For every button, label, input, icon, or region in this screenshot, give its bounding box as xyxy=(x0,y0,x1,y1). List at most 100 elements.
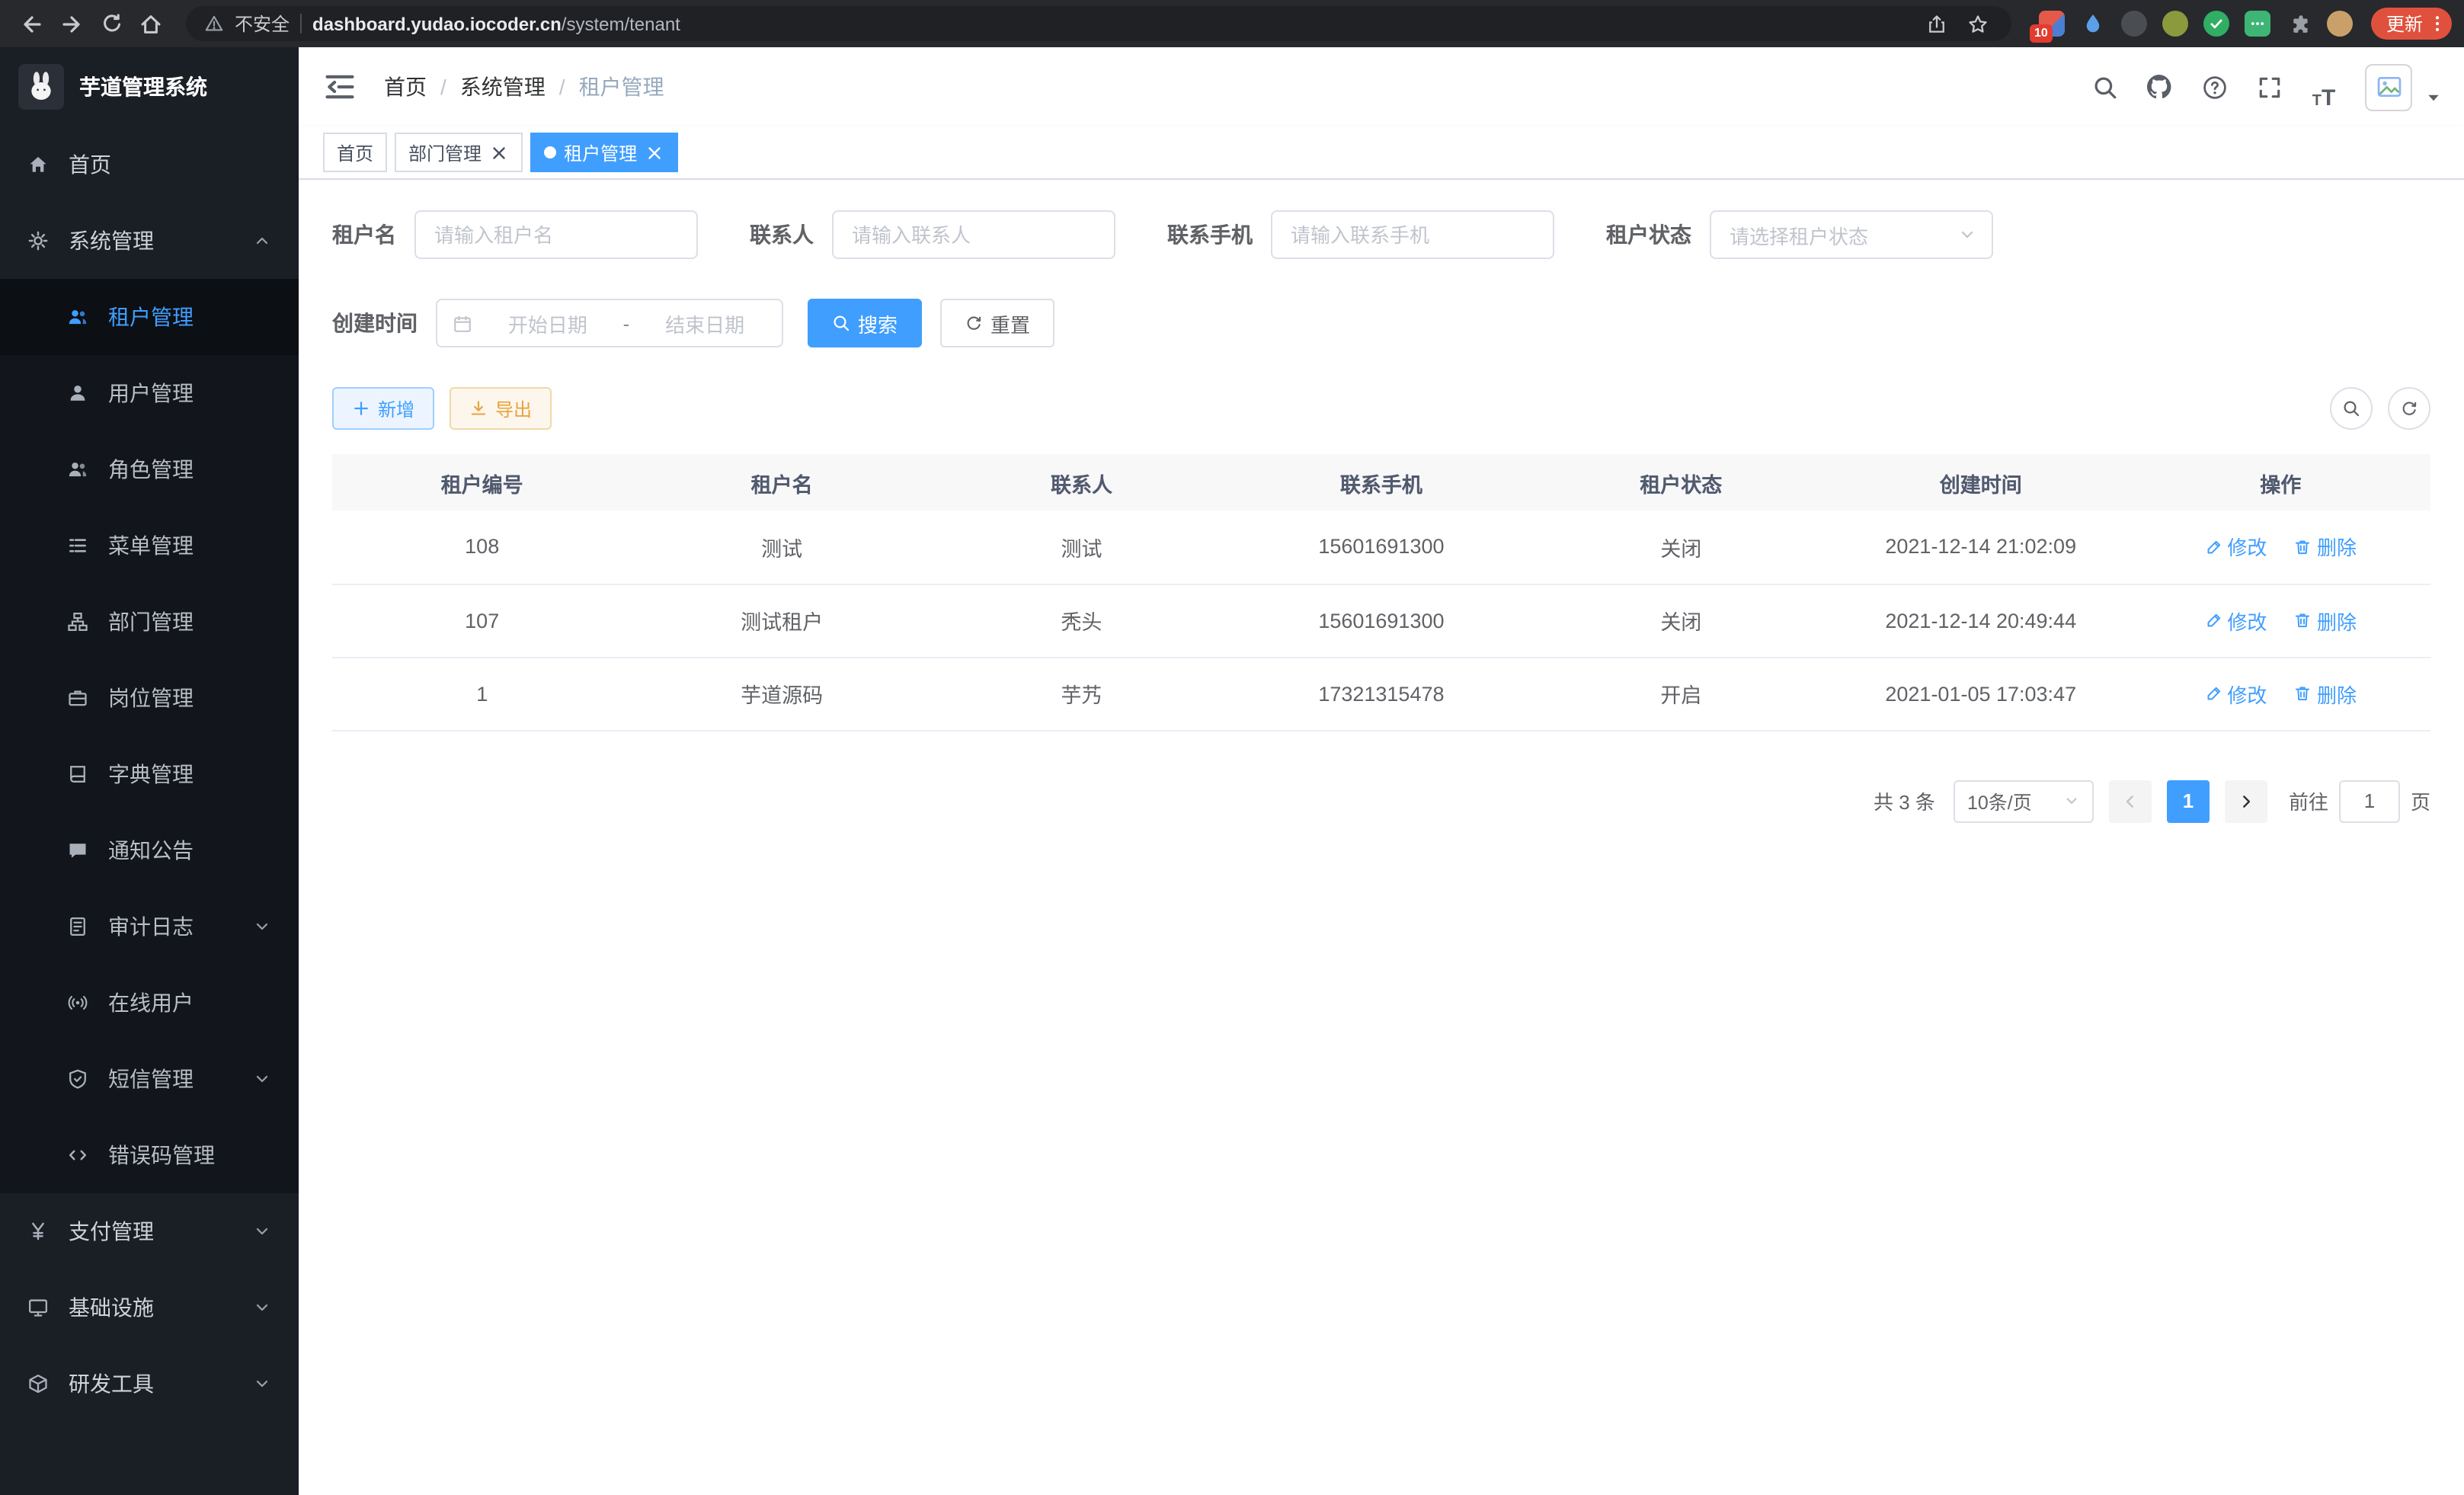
edit-button[interactable]: 修改 xyxy=(2204,679,2267,708)
search-button[interactable]: 搜索 xyxy=(808,299,922,347)
status-select[interactable]: 请选择租户状态 xyxy=(1710,210,1993,259)
user-menu-caret-icon[interactable] xyxy=(2424,88,2443,107)
extension-icon-drop[interactable] xyxy=(2080,11,2106,37)
sidebar-item-dev-tools[interactable]: 研发工具 xyxy=(0,1346,299,1422)
github-icon[interactable] xyxy=(2136,64,2182,110)
browser-menu-icon[interactable] xyxy=(2427,14,2447,34)
contact-field: 联系人 xyxy=(750,210,1115,259)
browser-back-button[interactable] xyxy=(12,4,52,43)
extension-icon-globe[interactable] xyxy=(2121,11,2147,37)
share-button[interactable] xyxy=(1922,8,1952,39)
sidebar-item-home[interactable]: 首页 xyxy=(0,126,299,203)
extension-icon-chat[interactable] xyxy=(2245,11,2270,37)
date-range-picker[interactable]: 开始日期 - 结束日期 xyxy=(436,299,783,347)
tenant-name-field: 租户名 xyxy=(332,210,698,259)
table-row[interactable]: 108 测试 测试 15601691300 关闭 2021-12-14 21:0… xyxy=(332,511,2430,584)
contact-input[interactable] xyxy=(832,210,1115,259)
tab-home[interactable]: 首页 xyxy=(323,133,387,172)
page-size-select[interactable]: 10条/页 xyxy=(1954,780,2094,822)
breadcrumb-item[interactable]: 系统管理 xyxy=(460,72,546,102)
browser-forward-button[interactable] xyxy=(52,4,91,43)
next-page-button[interactable] xyxy=(2225,780,2267,822)
add-button-label: 新增 xyxy=(378,395,414,421)
sidebar-item-system[interactable]: 系统管理 xyxy=(0,203,299,279)
delete-button[interactable]: 删除 xyxy=(2294,533,2357,562)
chevron-down-icon xyxy=(253,1070,271,1088)
prev-page-button[interactable] xyxy=(2109,780,2152,822)
sidebar-item-dept[interactable]: 部门管理 xyxy=(0,584,299,660)
chevron-down-icon xyxy=(1958,226,1976,244)
edit-button[interactable]: 修改 xyxy=(2204,606,2267,635)
url-path: /system/tenant xyxy=(562,13,680,34)
tab-dept-management[interactable]: 部门管理 xyxy=(395,133,523,172)
edit-icon xyxy=(2204,611,2222,629)
add-button[interactable]: 新增 xyxy=(332,387,434,430)
table-row[interactable]: 107 测试租户 秃头 15601691300 关闭 2021-12-14 20… xyxy=(332,584,2430,657)
reset-button[interactable]: 重置 xyxy=(940,299,1054,347)
status-label: 租户状态 xyxy=(1606,219,1691,250)
extensions-puzzle-icon[interactable] xyxy=(2286,11,2312,37)
sidebar-toggle-icon[interactable] xyxy=(323,70,357,104)
sidebar-item-audit-log[interactable]: 审计日志 xyxy=(0,888,299,965)
close-icon[interactable] xyxy=(645,142,664,162)
sidebar-item-error-code[interactable]: 错误码管理 xyxy=(0,1117,299,1193)
delete-label: 删除 xyxy=(2317,533,2357,562)
cell-phone: 15601691300 xyxy=(1231,584,1531,657)
app-logo[interactable]: 芋道管理系统 xyxy=(0,47,299,126)
help-icon[interactable] xyxy=(2191,64,2237,110)
sidebar-item-menu[interactable]: 菜单管理 xyxy=(0,507,299,584)
toggle-search-button[interactable] xyxy=(2330,387,2373,430)
delete-button[interactable]: 删除 xyxy=(2294,606,2357,635)
extension-icon-check[interactable] xyxy=(2203,11,2229,37)
phone-input[interactable] xyxy=(1271,210,1554,259)
refresh-table-button[interactable] xyxy=(2388,387,2430,430)
tab-label: 首页 xyxy=(337,139,373,165)
bookmark-star-button[interactable] xyxy=(1963,8,1993,39)
table-row[interactable]: 1 芋道源码 芋艿 17321315478 开启 2021-01-05 17:0… xyxy=(332,657,2430,730)
security-warning-icon xyxy=(204,14,224,34)
url-text[interactable]: dashboard.yudao.iocoder.cn/system/tenant xyxy=(312,13,1911,34)
page-number-button[interactable]: 1 xyxy=(2167,780,2210,822)
extension-icon-adblock[interactable]: 10 xyxy=(2039,11,2065,37)
profile-avatar-icon[interactable] xyxy=(2327,11,2353,37)
page-size-value: 10条/页 xyxy=(1967,786,2032,815)
browser-chrome: 不安全 dashboard.yudao.iocoder.cn/system/te… xyxy=(0,0,2464,47)
sidebar-item-sms[interactable]: 短信管理 xyxy=(0,1041,299,1117)
book-icon xyxy=(67,764,88,785)
fullscreen-icon[interactable] xyxy=(2246,64,2292,110)
chevron-right-icon xyxy=(2237,792,2255,810)
browser-reload-button[interactable] xyxy=(91,4,131,43)
sidebar-item-label: 岗位管理 xyxy=(108,683,194,713)
cell-created: 2021-12-14 20:49:44 xyxy=(1831,584,2130,657)
sidebar-item-notice[interactable]: 通知公告 xyxy=(0,812,299,888)
delete-button[interactable]: 删除 xyxy=(2294,679,2357,708)
header-search-button[interactable] xyxy=(2082,64,2127,110)
col-tenant-id: 租户编号 xyxy=(332,454,632,511)
goto-page-input[interactable] xyxy=(2339,780,2400,822)
close-icon[interactable] xyxy=(489,142,509,162)
sidebar-item-role[interactable]: 角色管理 xyxy=(0,431,299,507)
document-icon xyxy=(67,916,88,937)
address-bar[interactable]: 不安全 dashboard.yudao.iocoder.cn/system/te… xyxy=(186,6,2011,41)
sidebar-item-online-user[interactable]: 在线用户 xyxy=(0,965,299,1041)
security-label[interactable]: 不安全 xyxy=(235,11,290,37)
sidebar-item-post[interactable]: 岗位管理 xyxy=(0,660,299,736)
export-button[interactable]: 导出 xyxy=(450,387,552,430)
sidebar-item-tenant[interactable]: 租户管理 xyxy=(0,279,299,355)
sidebar-item-label: 审计日志 xyxy=(108,911,194,942)
breadcrumb-item[interactable]: 首页 xyxy=(384,72,427,102)
home-icon xyxy=(27,154,49,175)
edit-button[interactable]: 修改 xyxy=(2204,533,2267,562)
tab-tenant-management[interactable]: 租户管理 xyxy=(530,133,678,172)
sidebar-item-infra[interactable]: 基础设施 xyxy=(0,1269,299,1346)
sidebar-item-dict[interactable]: 字典管理 xyxy=(0,736,299,812)
extension-icon-olive[interactable] xyxy=(2162,11,2188,37)
browser-update-button[interactable]: 更新 xyxy=(2371,8,2452,40)
tab-label: 部门管理 xyxy=(408,139,482,165)
sidebar-item-pay[interactable]: 支付管理 xyxy=(0,1193,299,1269)
tenant-name-input[interactable] xyxy=(414,210,698,259)
browser-home-button[interactable] xyxy=(131,4,171,43)
sidebar-item-user[interactable]: 用户管理 xyxy=(0,355,299,431)
user-avatar[interactable] xyxy=(2365,63,2412,110)
font-size-icon[interactable]: TT xyxy=(2301,64,2347,110)
